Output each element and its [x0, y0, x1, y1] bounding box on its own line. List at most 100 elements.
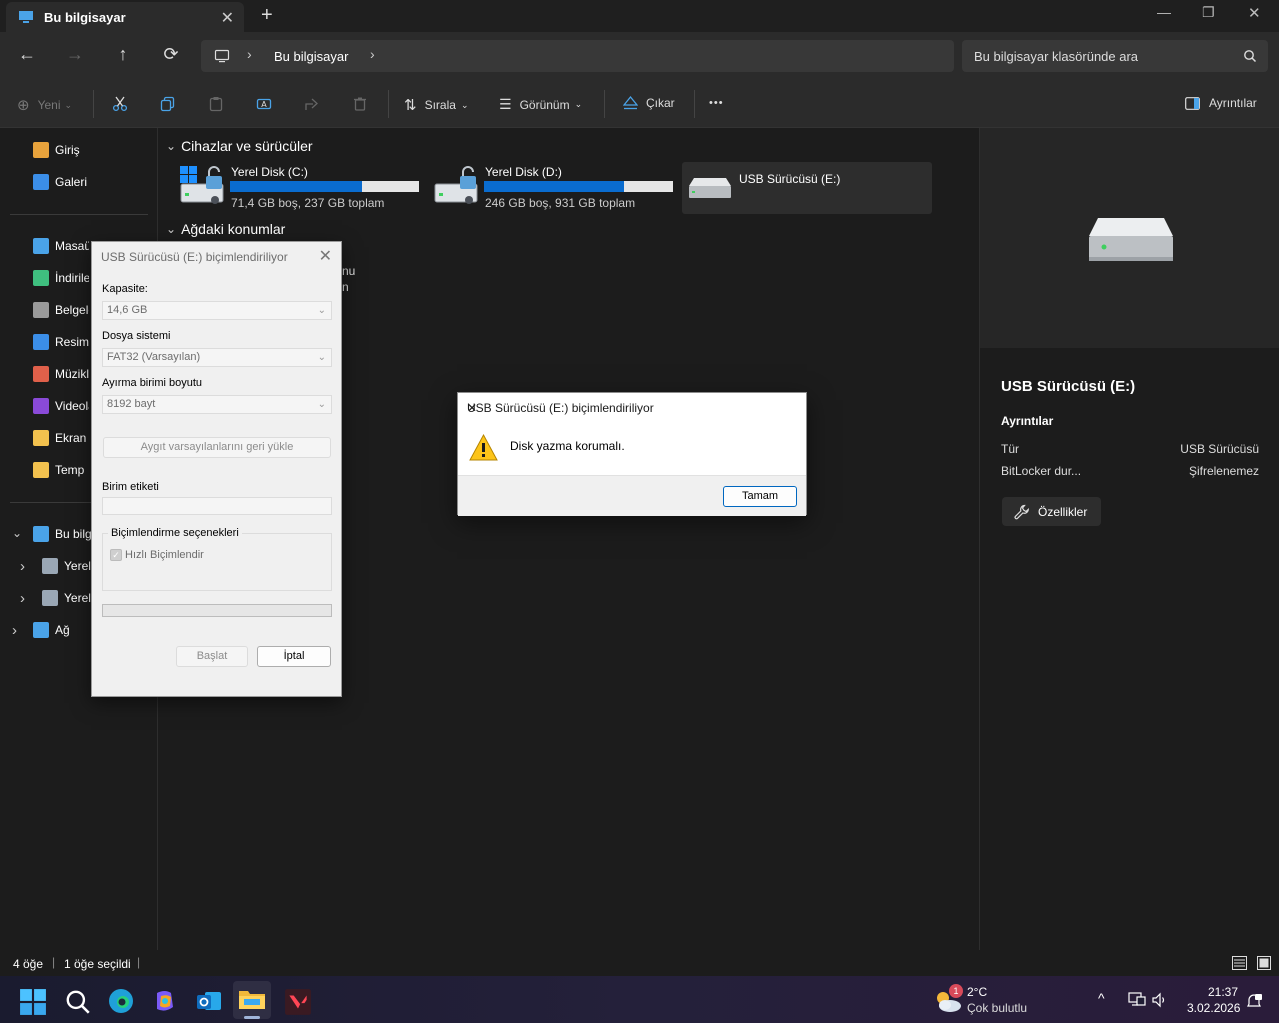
restore-defaults-button[interactable]: Aygıt varsayılanlarını geri yükle: [103, 437, 331, 458]
sidebar-item[interactable]: Galeri: [33, 172, 143, 192]
allocation-size-select[interactable]: 8192 bayt ⌄: [102, 395, 332, 414]
sort-button[interactable]: ⇅ Sırala ⌄: [404, 96, 468, 114]
toolbar-divider: [93, 90, 94, 118]
details-view-icon[interactable]: [1232, 956, 1247, 970]
active-app-indicator: [244, 1016, 260, 1019]
sidebar-item[interactable]: Videolar: [33, 396, 89, 416]
properties-button[interactable]: Özellikler: [1002, 497, 1101, 526]
sidebar-item[interactable]: Giriş: [33, 140, 143, 160]
close-icon[interactable]: ✕: [467, 401, 798, 415]
rename-icon[interactable]: A: [256, 96, 272, 112]
desktop-icon: [33, 238, 49, 254]
valorant-icon[interactable]: [284, 988, 312, 1016]
capacity-value: 14,6 GB: [107, 304, 148, 316]
new-label: Yeni: [37, 98, 61, 112]
computer-icon: [19, 11, 33, 23]
properties-label: Özellikler: [1038, 504, 1088, 519]
section-devices-header[interactable]: ⌄ Cihazlar ve sürücüler: [166, 138, 313, 154]
sidebar-item[interactable]: İndirilenler: [33, 268, 89, 288]
sidebar-item[interactable]: Müzikler: [33, 364, 89, 384]
close-tab-icon[interactable]: ✕: [221, 8, 234, 28]
sidebar-item[interactable]: Belgeler: [33, 300, 89, 320]
weather-description: Çok bulutlu: [967, 1001, 1028, 1015]
clock-date[interactable]: 3.02.2026: [1187, 1001, 1240, 1015]
wrench-icon: [1014, 504, 1029, 519]
cancel-button[interactable]: İptal: [257, 646, 331, 667]
tab-this-pc[interactable]: Bu bilgisayar ✕: [6, 2, 244, 32]
sidebar-item[interactable]: Masaüstü: [33, 236, 89, 256]
new-button[interactable]: ⊕ Yeni ⌄: [17, 96, 72, 114]
new-tab-button[interactable]: +: [261, 4, 273, 27]
more-options-button[interactable]: •••: [709, 97, 724, 109]
file-system-label: Dosya sistemi: [102, 330, 171, 342]
chevron-up-icon[interactable]: ^: [1098, 990, 1105, 1006]
close-window-button[interactable]: ✕: [1248, 4, 1261, 22]
forward-button[interactable]: →: [63, 44, 87, 65]
sidebar-item[interactable]: Resimler: [33, 332, 89, 352]
volume-icon[interactable]: [1152, 992, 1168, 1008]
ok-button[interactable]: Tamam: [723, 486, 797, 507]
folder-icon: [33, 430, 49, 446]
details-value: Şifrelenemez: [1188, 464, 1259, 478]
maximize-button[interactable]: ❐: [1202, 4, 1215, 21]
sidebar-item[interactable]: Ekran Görüntüleri: [33, 428, 89, 448]
collapse-icon[interactable]: ⌄: [12, 526, 22, 540]
minimize-button[interactable]: —: [1157, 4, 1171, 20]
network-icon[interactable]: [1128, 992, 1146, 1008]
section-network-header[interactable]: ⌄ Ağdaki konumlar: [166, 221, 285, 237]
weather-widget[interactable]: 1 2°C Çok bulutlu: [933, 984, 1033, 1018]
sidebar-item-label: Müzikler: [55, 367, 89, 381]
drive-d-tile[interactable]: Yerel Disk (D:) 246 GB boş, 931 GB topla…: [432, 162, 677, 212]
warning-icon: [469, 433, 498, 461]
tiles-view-icon[interactable]: [1257, 956, 1271, 970]
details-title: USB Sürücüsü (E:): [1001, 378, 1136, 395]
file-system-select[interactable]: FAT32 (Varsayılan) ⌄: [102, 348, 332, 367]
share-icon[interactable]: [304, 96, 320, 112]
videos-icon: [33, 398, 49, 414]
eject-button[interactable]: Çıkar: [623, 96, 675, 110]
capacity-select[interactable]: 14,6 GB ⌄: [102, 301, 332, 320]
expand-icon[interactable]: ›: [20, 590, 25, 607]
up-button[interactable]: ↑: [111, 44, 135, 65]
breadcrumb-item[interactable]: Bu bilgisayar: [274, 49, 348, 64]
close-icon[interactable]: ✕: [319, 246, 332, 266]
message-text: Disk yazma korumalı.: [510, 439, 625, 453]
file-explorer-taskbar-button[interactable]: [233, 981, 271, 1019]
expand-icon[interactable]: ›: [20, 558, 25, 575]
search-box[interactable]: Bu bilgisayar klasöründe ara: [962, 40, 1268, 72]
quick-format-checkbox[interactable]: ✓ Hızlı Biçimlendir: [110, 549, 204, 561]
notification-icon[interactable]: [1246, 993, 1262, 1009]
sidebar-item[interactable]: Ağ: [33, 620, 82, 640]
back-button[interactable]: ←: [15, 44, 39, 65]
capacity-label: Kapasite:: [102, 283, 148, 295]
copilot-icon[interactable]: [151, 987, 179, 1015]
start-icon[interactable]: [19, 988, 47, 1016]
sidebar-item[interactable]: Temp: [33, 460, 89, 480]
format-dialog[interactable]: USB Sürücüsü (E:) biçimlendiriliyor ✕ Ka…: [91, 241, 342, 697]
sidebar-item[interactable]: Yerel Disk (C:): [42, 556, 91, 576]
expand-icon[interactable]: ›: [12, 622, 17, 639]
sidebar-item[interactable]: Yerel Disk (D:): [42, 588, 91, 608]
copy-icon[interactable]: [160, 96, 176, 112]
start-button[interactable]: Başlat: [176, 646, 248, 667]
drive-e-tile[interactable]: USB Sürücüsü (E:): [682, 162, 932, 214]
address-bar[interactable]: › Bu bilgisayar ›: [201, 40, 954, 72]
paste-icon[interactable]: [208, 96, 224, 112]
sidebar-item[interactable]: Bu bilgisayar: [33, 524, 91, 544]
breadcrumb-expand-icon[interactable]: ›: [370, 46, 375, 62]
refresh-button[interactable]: ⟳: [159, 44, 183, 65]
view-button[interactable]: ☰ Görünüm ⌄: [499, 96, 582, 113]
outlook-icon[interactable]: [195, 987, 223, 1015]
delete-icon[interactable]: [352, 96, 368, 112]
message-box[interactable]: USB Sürücüsü (E:) biçimlendiriliyor ✕ Di…: [457, 392, 807, 516]
search-icon[interactable]: [64, 988, 92, 1016]
drive-c-tile[interactable]: Yerel Disk (C:) 71,4 GB boş, 237 GB topl…: [178, 162, 423, 212]
clock-time[interactable]: 21:37: [1208, 985, 1238, 999]
message-box-body: Disk yazma korumalı.: [458, 423, 806, 475]
details-pane-button[interactable]: Ayrıntılar: [1185, 96, 1257, 110]
volume-label-input[interactable]: [102, 497, 332, 515]
cut-icon[interactable]: [112, 96, 128, 112]
search-icon[interactable]: [1243, 49, 1257, 63]
plus-icon: ⊕: [17, 97, 30, 114]
edge-icon[interactable]: [107, 987, 135, 1015]
